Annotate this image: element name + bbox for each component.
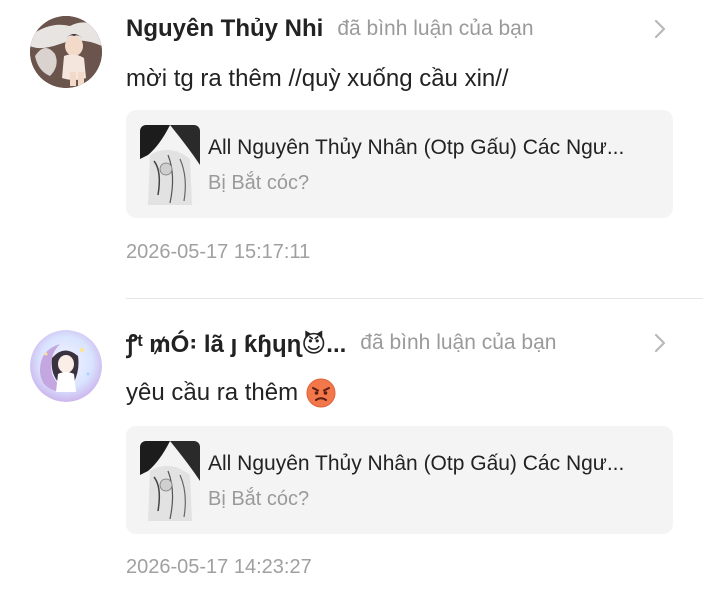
story-cover-image bbox=[140, 441, 200, 521]
user-avatar-icon[interactable] bbox=[30, 330, 102, 402]
story-card[interactable]: All Nguyên Thủy Nhân (Otp Gấu) Các Ngư..… bbox=[126, 110, 673, 218]
story-chapter: Bị Bắt cóc? bbox=[208, 172, 310, 194]
action-text: đã bình luận của bạn bbox=[360, 331, 557, 354]
story-cover-image bbox=[140, 125, 200, 205]
username[interactable]: Nguyên Thủy Nhi bbox=[126, 15, 323, 43]
divider bbox=[126, 298, 703, 299]
username[interactable]: ꝭᵗ ₥Ó꞉ lã ȷ ƙɧɥɳ😈... bbox=[126, 327, 346, 360]
story-card[interactable]: All Nguyên Thủy Nhân (Otp Gấu) Các Ngư..… bbox=[126, 426, 673, 534]
user-avatar-icon[interactable] bbox=[30, 16, 102, 88]
notification-item[interactable]: Nguyên Thủy Nhi đã bình luận của bạn mời… bbox=[0, 0, 703, 298]
timestamp: 2026-05-17 15:17:11 bbox=[126, 241, 311, 263]
story-title: All Nguyên Thủy Nhân (Otp Gấu) Các Ngư..… bbox=[208, 452, 625, 475]
chevron-right-icon[interactable] bbox=[647, 330, 673, 356]
comment-text: mời tg ra thêm //quỳ xuống cầu xin// bbox=[126, 65, 509, 92]
notification-item[interactable]: ꝭᵗ ₥Ó꞉ lã ȷ ƙɧɥɳ😈... đã bình luận của bạ… bbox=[0, 300, 703, 600]
comment-text: yêu cầu ra thêm bbox=[126, 379, 299, 406]
action-text: đã bình luận của bạn bbox=[337, 17, 534, 40]
angry-face-emoji-icon bbox=[306, 378, 336, 408]
story-title: All Nguyên Thủy Nhân (Otp Gấu) Các Ngư..… bbox=[208, 136, 625, 159]
timestamp: 2026-05-17 14:23:27 bbox=[126, 556, 312, 578]
story-chapter: Bị Bắt cóc? bbox=[208, 488, 310, 510]
chevron-right-icon[interactable] bbox=[647, 16, 673, 42]
